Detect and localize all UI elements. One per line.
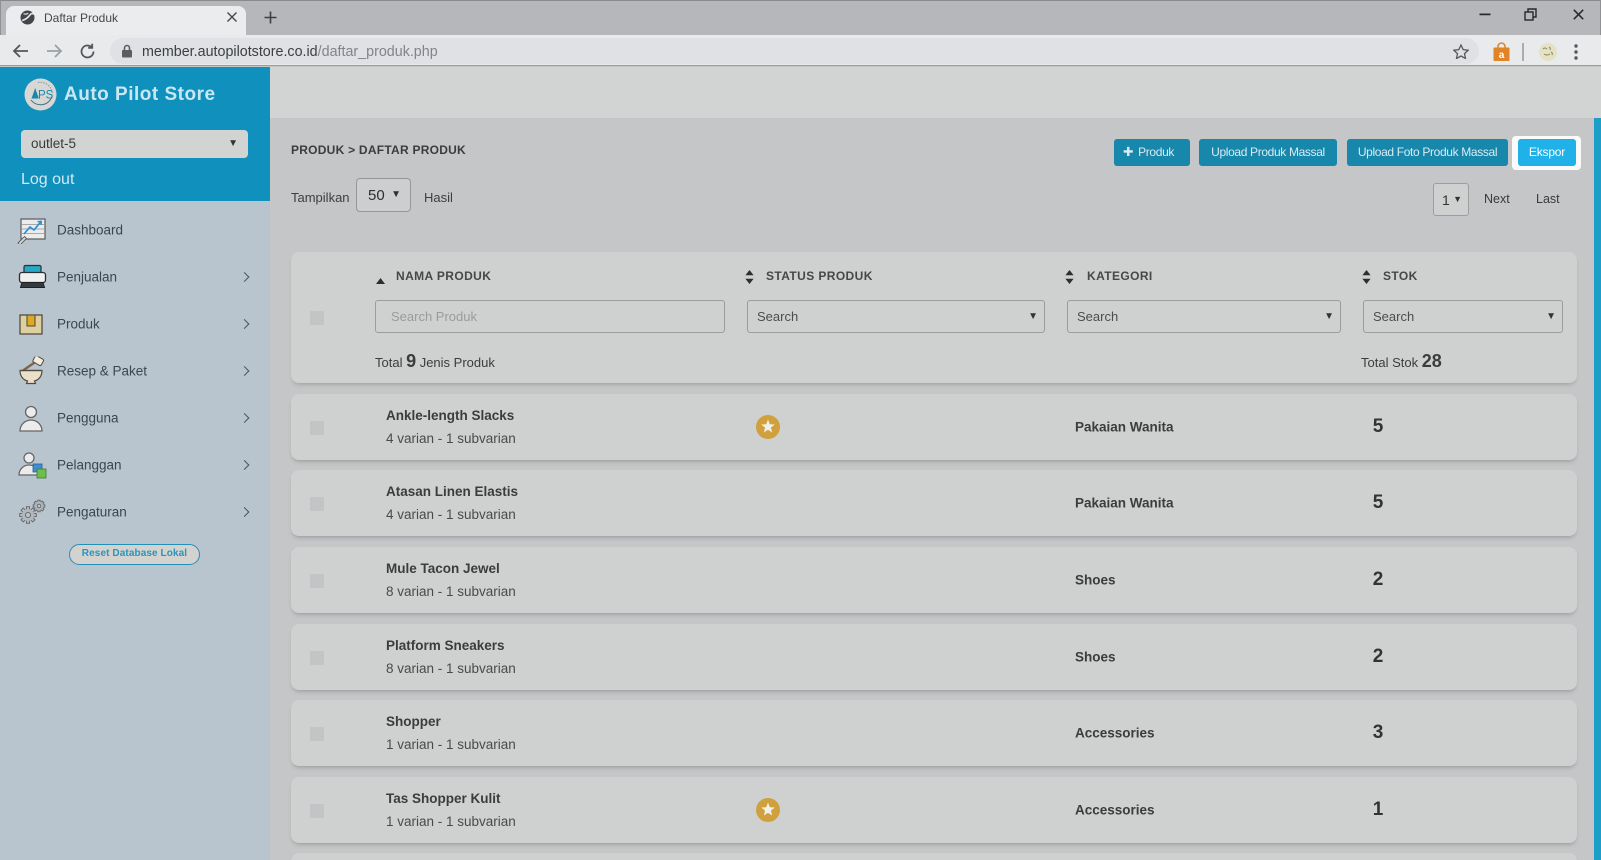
svg-text:PS: PS <box>38 90 54 102</box>
svg-text:a: a <box>1499 50 1505 61</box>
